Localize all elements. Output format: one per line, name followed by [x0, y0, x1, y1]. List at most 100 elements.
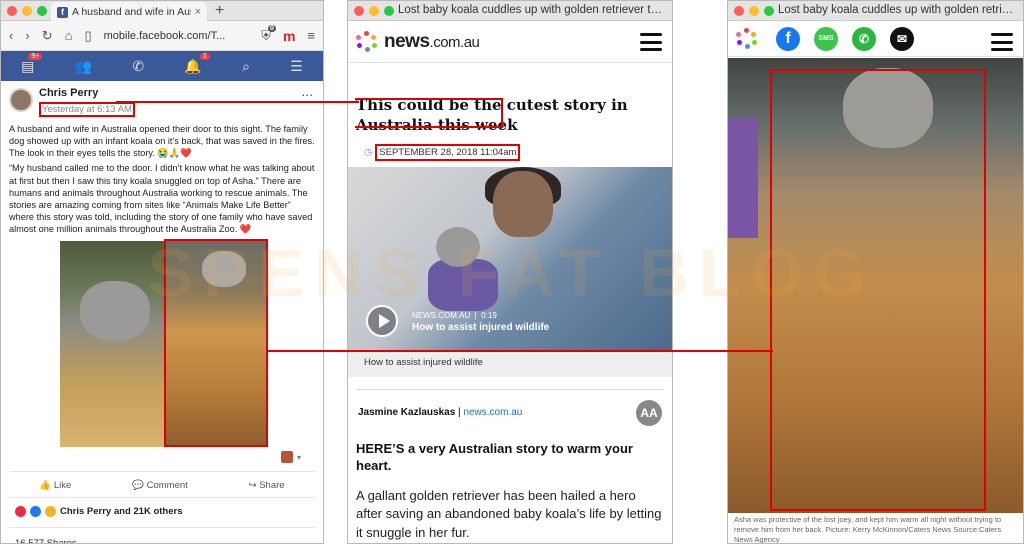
- tab-close-icon[interactable]: ×: [195, 6, 201, 18]
- avatar[interactable]: [9, 88, 33, 112]
- headline-highlight-box-bottom: [355, 126, 503, 128]
- byline: Jasmine Kazlauskas | news.com.au AA: [348, 390, 672, 426]
- text-size-button[interactable]: AA: [636, 399, 662, 426]
- video-caption: How to assist injured wildlife: [348, 350, 672, 377]
- news-logo-dots-icon[interactable]: [736, 28, 758, 50]
- koala-figure: [202, 251, 246, 288]
- play-button-icon[interactable]: [366, 304, 398, 337]
- video-duration: 0:19: [481, 310, 497, 320]
- reactions-count: Chris Perry and 21K others: [60, 506, 183, 518]
- like-label: Like: [53, 480, 72, 492]
- logo-main: news: [384, 30, 430, 52]
- post-header: Chris Perry Yesterday at 6:13 AM ...: [9, 83, 315, 123]
- minimize-window-button[interactable]: [22, 6, 32, 16]
- close-window-button[interactable]: [7, 6, 17, 16]
- back-arrow-icon[interactable]: ‹: [9, 28, 13, 43]
- reactions-summary[interactable]: Chris Perry and 21K others: [9, 498, 315, 521]
- hamburger-menu-icon[interactable]: [991, 33, 1013, 51]
- share-header: f SMS ✆ ✉: [728, 21, 1023, 57]
- sad-reaction-icon: [45, 506, 56, 518]
- koala-figure: [80, 281, 150, 342]
- close-window-button[interactable]: [354, 6, 364, 16]
- reaction-picker-row: ▾: [9, 451, 315, 464]
- new-tab-button[interactable]: +: [215, 2, 224, 20]
- facebook-browser-window: f A husband and wife in Australia op × +…: [0, 0, 324, 544]
- facebook-nav-bar: ▤ 9+ 👥 ✆ 🔔 1 ⌕ ☰: [1, 51, 323, 81]
- comment-label: Comment: [146, 480, 188, 492]
- home-badge: 9+: [28, 52, 43, 60]
- notifications-badge: 1: [199, 52, 210, 60]
- photo-caption: Asha was protective of the lost joey, an…: [734, 515, 1002, 544]
- whatsapp-share-icon[interactable]: ✆: [852, 26, 876, 51]
- video-player[interactable]: NEWS.COM.AU | 0:19 How to assist injured…: [348, 166, 672, 351]
- tab-bar: f A husband and wife in Australia op × +: [51, 1, 323, 22]
- post-author-name[interactable]: Chris Perry: [39, 87, 135, 99]
- zoom-window-button[interactable]: [37, 6, 47, 16]
- news-browser-window: Lost baby koala cuddles up with golden r…: [347, 0, 673, 544]
- notifications-bell-icon[interactable]: 🔔 1: [184, 52, 210, 75]
- window-controls: [7, 6, 47, 16]
- messenger-icon[interactable]: ✆: [132, 58, 144, 75]
- shield-extension-icon[interactable]: ⛨ 0: [261, 24, 276, 44]
- author-source-link[interactable]: news.com.au: [463, 407, 522, 418]
- friends-icon[interactable]: 👥: [75, 58, 92, 75]
- dropdown-arrow-icon[interactable]: ▾: [297, 453, 301, 462]
- share-browser-window: Lost baby koala cuddles up with golden r…: [727, 0, 1024, 544]
- video-source: NEWS.COM.AU: [412, 310, 471, 320]
- headline-highlight-box: [355, 98, 503, 100]
- post-paragraph-1: A husband and wife in Australia opened t…: [9, 124, 315, 159]
- home-icon[interactable]: ⌂: [65, 28, 73, 43]
- news-header: news.com.au: [348, 21, 672, 63]
- extension-m-icon[interactable]: m: [283, 28, 295, 44]
- facebook-titlebar: f A husband and wife in Australia op × +: [1, 1, 323, 22]
- koala-figure: [436, 226, 480, 267]
- comment-button[interactable]: 💬 Comment: [132, 480, 188, 491]
- post-actions: 👍 Like 💬 Comment ↪ Share: [9, 471, 315, 499]
- highlight-box: [770, 69, 986, 511]
- tab-title: A husband and wife in Australia op: [72, 6, 191, 18]
- koala-on-dog-photo[interactable]: [60, 241, 174, 448]
- forward-arrow-icon[interactable]: ›: [25, 28, 29, 43]
- menu-icon[interactable]: ≡: [307, 28, 315, 43]
- search-icon[interactable]: ⌕: [242, 58, 250, 75]
- url-field[interactable]: mobile.facebook.com/T...: [104, 30, 250, 42]
- sms-share-icon[interactable]: SMS: [814, 26, 838, 51]
- post-timestamp[interactable]: Yesterday at 6:13 AM: [39, 102, 135, 117]
- like-reaction-icon: [30, 506, 41, 518]
- email-share-icon[interactable]: ✉: [890, 26, 914, 51]
- reaction-thumbnail[interactable]: [280, 451, 293, 464]
- share-button[interactable]: ↪ Share: [249, 480, 285, 491]
- reload-icon[interactable]: ↻: [42, 28, 53, 44]
- news-logo[interactable]: news.com.au: [384, 30, 480, 53]
- news-titlebar: Lost baby koala cuddles up with golden r…: [348, 1, 672, 21]
- comment-icon: 💬: [132, 480, 147, 492]
- tab-facebook-post[interactable]: f A husband and wife in Australia op ×: [51, 2, 207, 22]
- facebook-favicon-icon: f: [57, 6, 68, 18]
- home-feed-icon[interactable]: ▤ 9+: [21, 52, 43, 75]
- logo-suffix: .com.au: [429, 33, 480, 51]
- headline-highlight-box-right: [501, 98, 503, 128]
- connector-line-photo: [266, 350, 773, 352]
- minimize-window-button[interactable]: [749, 6, 759, 16]
- bookmark-icon[interactable]: ▯: [84, 28, 91, 44]
- shares-count[interactable]: 16,577 Shares: [9, 527, 315, 543]
- dog-closeup-photo[interactable]: [164, 239, 268, 448]
- news-logo-dots-icon[interactable]: [356, 30, 378, 53]
- facebook-share-icon[interactable]: f: [776, 26, 800, 51]
- article-body: A gallant golden retriever has been hail…: [356, 487, 662, 541]
- video-title[interactable]: How to assist injured wildlife: [412, 322, 549, 333]
- more-menu-icon[interactable]: ☰: [290, 58, 303, 75]
- post-options-icon[interactable]: ...: [301, 83, 313, 99]
- zoom-window-button[interactable]: [384, 6, 394, 16]
- zoom-window-button[interactable]: [764, 6, 774, 16]
- window-controls: [354, 6, 394, 16]
- author-name[interactable]: Jasmine Kazlauskas: [358, 407, 455, 418]
- post-paragraph-2: “My husband called me to the door. I did…: [9, 163, 315, 235]
- close-window-button[interactable]: [734, 6, 744, 16]
- video-meta: NEWS.COM.AU | 0:19: [412, 310, 497, 320]
- window-title: Lost baby koala cuddles up with golden r…: [778, 4, 1015, 16]
- hamburger-menu-icon[interactable]: [640, 33, 662, 51]
- like-button[interactable]: 👍 Like: [39, 480, 71, 491]
- share-icon: ↪: [248, 480, 260, 492]
- minimize-window-button[interactable]: [369, 6, 379, 16]
